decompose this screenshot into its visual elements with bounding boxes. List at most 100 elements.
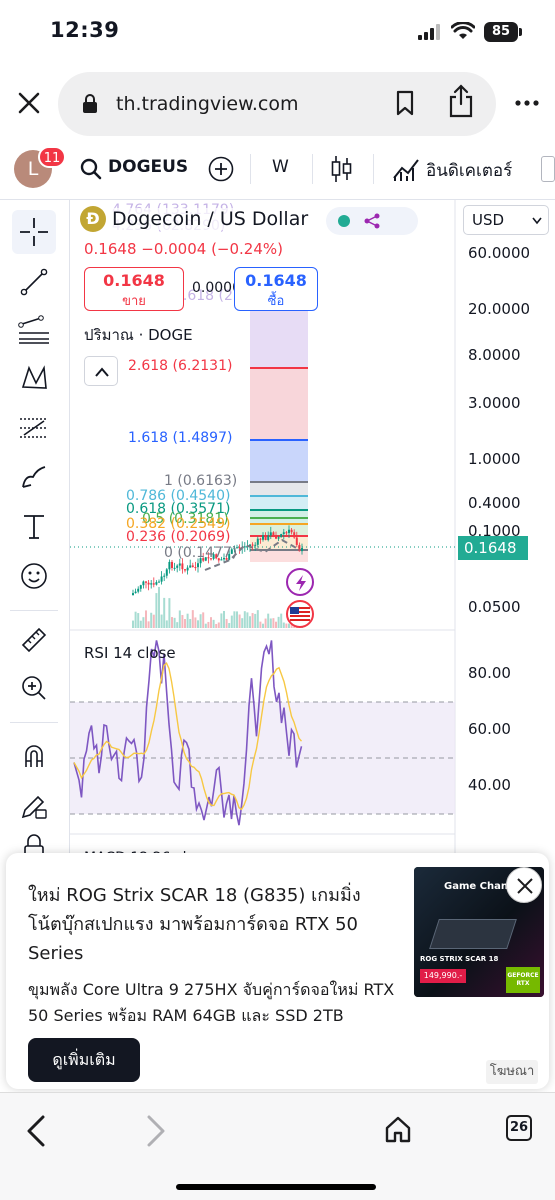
economic-event-button[interactable] <box>286 600 314 628</box>
volume-bar <box>267 613 270 628</box>
candle-body <box>264 535 267 541</box>
forward-icon[interactable] <box>146 1115 166 1147</box>
event-flash-button[interactable] <box>286 568 314 596</box>
sell-button[interactable]: 0.1648 ขาย <box>84 267 184 311</box>
indicators-icon[interactable] <box>392 154 420 182</box>
volume-bar <box>259 621 262 628</box>
wifi-icon <box>451 22 475 39</box>
pattern-tool[interactable] <box>12 356 56 400</box>
crosshair-icon <box>20 218 48 246</box>
volume-bar <box>178 610 181 628</box>
volume-bar <box>147 621 150 628</box>
home-icon[interactable] <box>384 1115 412 1143</box>
ad-title[interactable]: ใหม่ ROG Strix SCAR 18 (G835) เกมมิ่งโน้… <box>28 881 408 968</box>
volume-bar <box>134 611 137 628</box>
icon-tool[interactable] <box>12 554 56 598</box>
ad-image-badge: GEFORCE RTX <box>506 967 540 993</box>
tools-divider <box>10 610 58 611</box>
volume-bar <box>280 613 283 628</box>
market-open-icon <box>338 215 350 227</box>
battery-indicator: 85 <box>484 22 518 42</box>
candle-body <box>191 565 194 568</box>
symbol-search-button[interactable]: DOGEUS <box>108 157 188 177</box>
prediction-tool[interactable] <box>12 406 56 450</box>
drawing-toolbar <box>0 200 70 860</box>
candle-body <box>269 532 272 536</box>
candle-body <box>178 563 181 566</box>
tabs-button[interactable]: 26 <box>506 1115 532 1141</box>
pencil-lock-icon <box>21 795 47 819</box>
compare-add-icon[interactable] <box>208 156 234 182</box>
lock-icon <box>83 94 97 113</box>
volume-bar <box>233 611 236 628</box>
chart-area[interactable]: 4.764 (133.1179) 4.236 (62.8290) 3.618 (… <box>70 200 555 860</box>
xabcd-pattern-icon <box>21 365 47 389</box>
toolbar-divider <box>250 154 251 184</box>
volume-bar <box>228 623 231 628</box>
zoom-tool[interactable] <box>12 666 56 710</box>
fib-band <box>250 550 308 562</box>
measure-tool[interactable] <box>12 618 56 662</box>
buy-price: 0.1648 <box>245 271 307 290</box>
candle-body <box>280 534 283 538</box>
legend-status-pill[interactable] <box>326 207 418 235</box>
ad-learn-more-button[interactable]: ดูเพิ่มเติม <box>28 1038 140 1082</box>
fib-channel-icon <box>18 315 49 344</box>
volume-bar <box>132 620 134 628</box>
volume-bar <box>225 618 228 628</box>
volume-bar <box>207 621 210 628</box>
share-icon[interactable] <box>448 84 474 118</box>
text-icon <box>24 515 44 539</box>
crosshair-tool[interactable] <box>12 210 56 254</box>
back-icon[interactable] <box>26 1115 46 1147</box>
buy-button[interactable]: 0.1648 ซื้อ <box>234 267 318 311</box>
collapse-legend-button[interactable] <box>84 356 118 386</box>
indicators-button[interactable]: อินดิเคเตอร์ <box>426 157 512 184</box>
notification-badge[interactable]: 11 <box>38 146 66 168</box>
timeframe-button[interactable]: W <box>272 157 289 177</box>
volume-bar <box>186 613 189 628</box>
volume-bar <box>139 620 142 628</box>
chart-title[interactable]: Dogecoin / US Dollar <box>112 208 309 230</box>
fib-label: 1.618 (1.4897) <box>128 430 233 446</box>
lock-drawings-tool[interactable] <box>12 784 56 828</box>
layout-icon[interactable] <box>541 156 555 182</box>
rsi-tick: 80.00 <box>468 664 511 682</box>
sell-price: 0.1648 <box>103 271 165 290</box>
volume-bar <box>282 622 285 628</box>
volume-bar <box>165 620 168 628</box>
candles-chart-type-icon[interactable] <box>330 154 354 184</box>
candle-body <box>145 581 147 583</box>
volume-bar <box>197 620 199 628</box>
volume-bar <box>202 612 205 628</box>
volume-bar <box>199 614 202 628</box>
volume-bar <box>230 615 233 628</box>
currency-select[interactable]: USD <box>463 205 549 235</box>
smiley-icon <box>21 563 47 589</box>
volume-bar <box>150 612 153 628</box>
volume-bar <box>194 617 197 628</box>
close-icon[interactable] <box>18 92 40 114</box>
search-icon[interactable] <box>80 158 102 180</box>
volume-bar <box>246 612 249 628</box>
brush-tool[interactable] <box>12 456 56 500</box>
trend-line-tool[interactable] <box>12 260 56 304</box>
bookmark-icon[interactable] <box>395 90 415 116</box>
volume-bar <box>275 621 277 628</box>
address-bar[interactable]: th.tradingview.com <box>58 72 496 136</box>
candle-body <box>194 567 197 569</box>
text-tool[interactable] <box>12 504 56 548</box>
channel-tool[interactable] <box>12 308 56 352</box>
volume-bar <box>262 623 264 628</box>
volume-bar <box>204 623 207 628</box>
candle-body <box>168 561 171 570</box>
ruler-icon <box>21 627 47 653</box>
zoom-in-icon <box>22 676 46 700</box>
more-options-icon[interactable] <box>515 100 539 106</box>
magnet-tool[interactable] <box>12 734 56 778</box>
candle-body <box>163 575 166 577</box>
ad-close-button[interactable] <box>506 867 542 903</box>
candle-body <box>301 548 303 552</box>
fib-label: 1 (0.6163) <box>164 473 238 489</box>
advertisement-card[interactable]: ใหม่ ROG Strix SCAR 18 (G835) เกมมิ่งโน้… <box>6 853 549 1089</box>
